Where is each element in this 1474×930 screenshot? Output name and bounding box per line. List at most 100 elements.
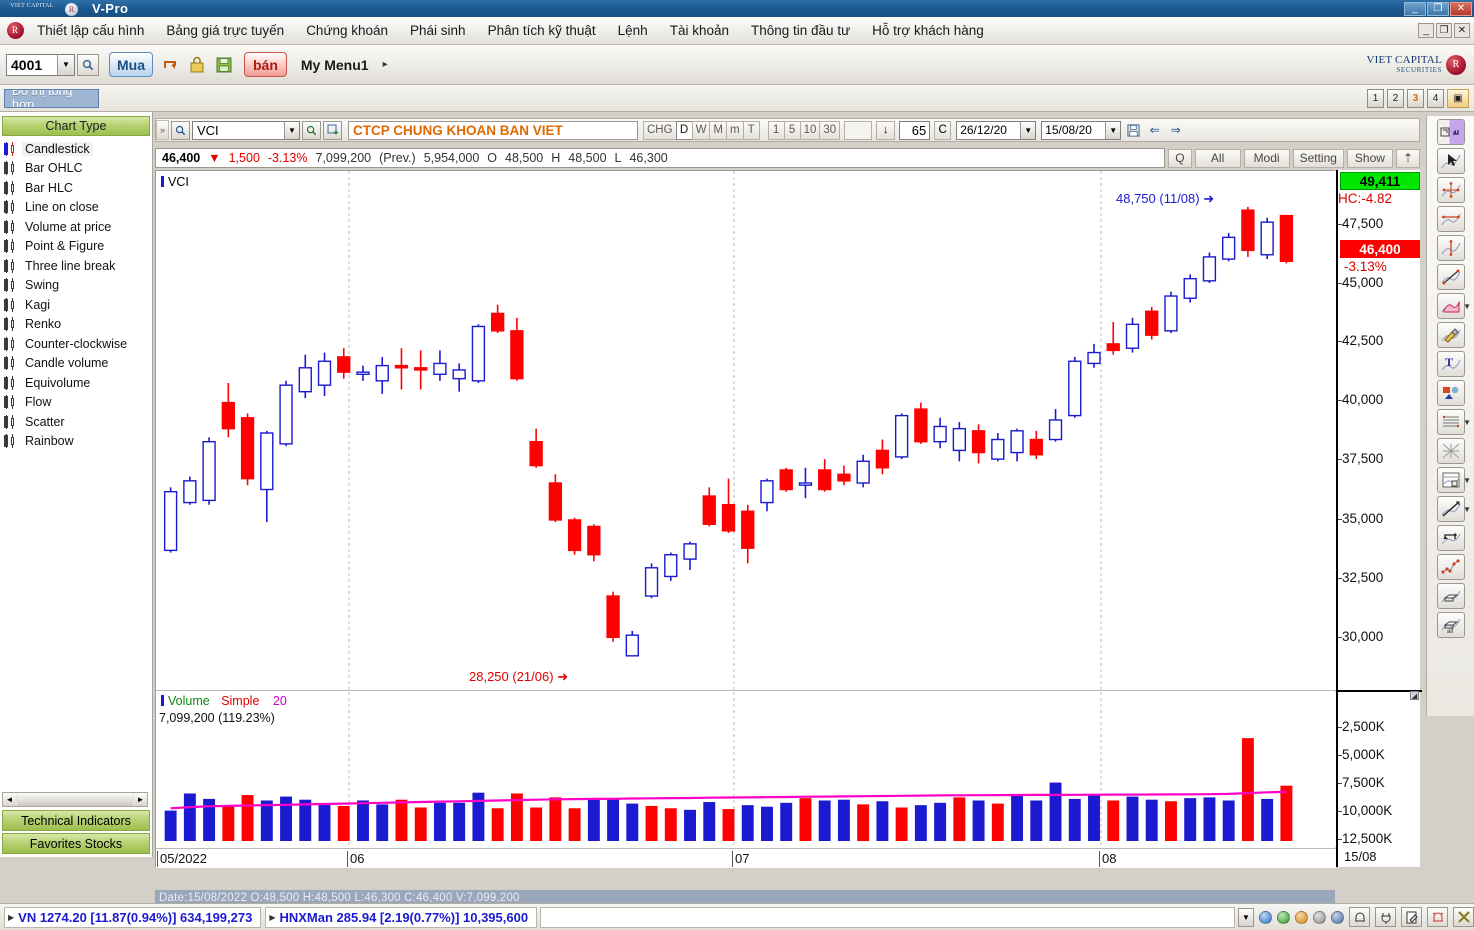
scroll-thumb[interactable] (17, 793, 133, 806)
scroll-right-icon[interactable]: ► (134, 793, 147, 806)
close-button[interactable]: ✕ (1450, 2, 1472, 16)
price-axis[interactable]: 49,411 HC:-4.82 47,500 46,400 -3.13% 45,… (1336, 170, 1420, 867)
horizontal-line-tool[interactable] (1437, 206, 1465, 232)
chart-type-bar-hlc[interactable]: Bar HLC (0, 178, 152, 198)
screen-tab-4[interactable]: 4 (1427, 89, 1444, 108)
screen-layout-button[interactable]: ▣ (1447, 89, 1469, 108)
regression-tool[interactable] (1437, 496, 1465, 522)
timeframe-chg[interactable]: CHG (643, 121, 677, 140)
account-combobox[interactable]: 4001 ▼ (6, 54, 75, 76)
tab-do-thi-tong-hop[interactable]: Đồ thị tổng hợp (4, 89, 99, 108)
download-icon[interactable]: ↓ (876, 121, 895, 140)
bell-icon[interactable] (1349, 907, 1370, 927)
quote-modi-button[interactable]: Modi (1244, 149, 1290, 168)
interval-1[interactable]: 1 (768, 121, 785, 140)
chevron-down-icon[interactable]: ▼ (1105, 122, 1120, 139)
menu-item-price-board[interactable]: Bảng giá trực tuyến (155, 19, 295, 42)
chevron-down-icon[interactable]: ▼ (1463, 505, 1471, 514)
buy-button[interactable]: Mua (109, 52, 153, 77)
symbol-search-button[interactable] (171, 121, 190, 140)
symbol-lookup-button[interactable] (302, 121, 321, 140)
chevron-down-icon[interactable]: ▼ (1020, 122, 1035, 139)
timeframe-weekly[interactable]: W (692, 121, 711, 140)
chart-type-bar-ohlc[interactable]: Bar OHLC (0, 159, 152, 179)
gann-fan-tool[interactable] (1437, 438, 1465, 464)
menu-item-derivatives[interactable]: Phái sinh (399, 19, 477, 42)
timeframe-minute[interactable]: m (726, 121, 744, 140)
menu-item-securities[interactable]: Chứng khoán (295, 19, 399, 42)
brush-tool[interactable] (1437, 322, 1465, 348)
technical-indicators-button[interactable]: Technical Indicators (2, 810, 150, 831)
copy-chart-tool[interactable] (1437, 583, 1465, 609)
chart-type-point-and-figure[interactable]: Point & Figure (0, 237, 152, 257)
text-tool[interactable]: T (1437, 351, 1465, 377)
pin-icon[interactable]: ⇡ (1396, 149, 1420, 168)
alarm-icon[interactable] (1427, 907, 1448, 927)
date-to-input[interactable]: 15/08/20 ▼ (1041, 121, 1121, 140)
my-menu-more-icon[interactable]: ▸ (383, 59, 388, 70)
sidebar-horizontal-scrollbar[interactable]: ◄ ► (2, 792, 148, 807)
quote-setting-button[interactable]: Setting (1293, 149, 1344, 168)
reply-arrow-icon[interactable] (160, 54, 180, 76)
floppy-disk-icon[interactable] (214, 54, 234, 76)
expand-range-tool[interactable] (1437, 525, 1465, 551)
c-button[interactable]: C (934, 121, 951, 140)
mdi-minimize-button[interactable]: _ (1418, 23, 1434, 38)
quote-all-button[interactable]: All (1195, 149, 1241, 168)
timeframe-daily[interactable]: D (676, 121, 693, 140)
timeframe-tick[interactable]: T (743, 121, 760, 140)
cursor-pointer-tool[interactable] (1437, 148, 1465, 174)
ticker-empty-slot[interactable] (540, 907, 1235, 928)
chart-type-flow[interactable]: Flow (0, 393, 152, 413)
chart-type-scatter[interactable]: Scatter (0, 412, 152, 432)
chart-type-swing[interactable]: Swing (0, 276, 152, 296)
menu-item-customer-support[interactable]: Hỗ trợ khách hàng (861, 19, 995, 42)
chart-type-header[interactable]: Chart Type (2, 116, 150, 136)
chart-type-renko[interactable]: Renko (0, 315, 152, 335)
menu-item-investment-info[interactable]: Thông tin đầu tư (740, 19, 861, 42)
chart-type-counter-clockwise[interactable]: Counter-clockwise (0, 334, 152, 354)
arrow-right-icon[interactable]: ⇒ (1167, 121, 1184, 140)
scroll-left-icon[interactable]: ◄ (3, 793, 16, 806)
scatter-points-tool[interactable] (1437, 554, 1465, 580)
chart-link-button[interactable] (1437, 119, 1465, 145)
mdi-close-button[interactable]: ✕ (1454, 23, 1470, 38)
exit-icon[interactable] (1453, 907, 1474, 927)
screen-tab-2[interactable]: 2 (1387, 89, 1404, 108)
ticker-item-hnx[interactable]: ▶ HNXMan 285.94 [2.19(0.77%)] 10,395,600 (265, 907, 537, 928)
favorites-stocks-button[interactable]: Favorites Stocks (2, 833, 150, 854)
pane-resize-handle[interactable]: ◢ (1410, 691, 1419, 700)
menu-item-config[interactable]: Thiết lập cấu hình (26, 19, 155, 42)
volume-pane[interactable]: Volume Simple 20 7,099,200 (119.23%) (156, 692, 1336, 847)
chevron-down-icon[interactable]: ▼ (284, 122, 299, 139)
screen-tab-3[interactable]: 3 (1407, 89, 1424, 108)
timeframe-monthly[interactable]: M (709, 121, 727, 140)
ticker-item-vnindex[interactable]: ▶ VN 1274.20 [11.87(0.94%)] 634,199,273 (4, 907, 261, 928)
chart-type-three-line-break[interactable]: Three line break (0, 256, 152, 276)
chevron-right-icon[interactable]: ▶ (269, 913, 275, 922)
shapes-tool[interactable] (1437, 380, 1465, 406)
interval-5[interactable]: 5 (784, 121, 801, 140)
chevron-down-icon[interactable]: ▼ (1463, 476, 1471, 485)
chart-type-volume-at-price[interactable]: Volume at price (0, 217, 152, 237)
fibonacci-tool[interactable] (1437, 409, 1465, 435)
add-chart-button[interactable] (323, 121, 342, 140)
vertical-line-tool[interactable] (1437, 235, 1465, 261)
chart-type-kagi[interactable]: Kagi (0, 295, 152, 315)
date-from-input[interactable]: 26/12/20 ▼ (956, 121, 1036, 140)
arrow-left-icon[interactable]: ⇐ (1146, 121, 1163, 140)
maximize-button[interactable]: ❐ (1427, 2, 1449, 16)
plug-icon[interactable] (1375, 907, 1396, 927)
chart-type-line-on-close[interactable]: Line on close (0, 198, 152, 218)
chevron-down-icon[interactable]: ▼ (57, 55, 74, 75)
chart-canvas-area[interactable]: VCI 48,750 (11/08) ➜ 28,250 (21/06) ➜ Vo… (155, 170, 1335, 867)
quote-show-button[interactable]: Show (1347, 149, 1393, 168)
chevron-right-icon[interactable]: ▶ (8, 913, 14, 922)
symbol-select[interactable]: VCI ▼ (192, 121, 300, 140)
chart-type-candlestick[interactable]: Candlestick (0, 139, 152, 159)
data-window-tool[interactable] (1437, 467, 1465, 493)
save-chart-icon[interactable] (1125, 121, 1142, 140)
my-menu-label[interactable]: My Menu1 (301, 57, 369, 73)
minimize-button[interactable]: _ (1404, 2, 1426, 16)
price-pane[interactable]: VCI 48,750 (11/08) ➜ 28,250 (21/06) ➜ (156, 171, 1336, 691)
